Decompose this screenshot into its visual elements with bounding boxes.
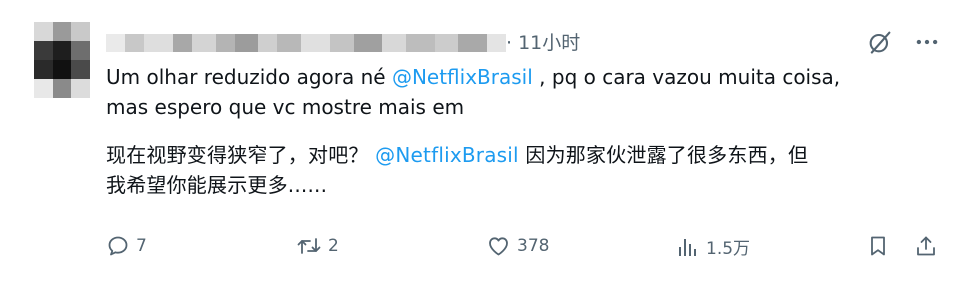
- like-count: 378: [517, 236, 550, 256]
- top-actions: [866, 28, 940, 56]
- reply-count: 7: [136, 236, 147, 256]
- like-button[interactable]: 378: [486, 234, 549, 258]
- action-bar: 7 2 378 1.5万: [0, 234, 962, 270]
- bookmark-icon: [866, 234, 890, 258]
- grok-slash-icon[interactable]: [866, 28, 894, 56]
- tweet-text-line: Um olhar reduzido agora né @NetflixBrasi…: [106, 62, 840, 92]
- tweet-card[interactable]: · 11小时 Um olhar reduzido agora né @Netfl…: [0, 0, 962, 282]
- reply-button[interactable]: 7: [106, 234, 147, 258]
- tweet-text-line: 现在视野变得狭窄了，对吧？ @NetflixBrasil 因为那家伙泄露了很多东…: [106, 140, 808, 170]
- text-segment: Um olhar reduzido agora né: [106, 65, 392, 89]
- share-button[interactable]: [914, 234, 938, 258]
- mention-link[interactable]: @NetflixBrasil: [392, 65, 533, 89]
- author-name-redacted[interactable]: [106, 34, 507, 52]
- views-button[interactable]: 1.5万: [676, 234, 750, 259]
- text-segment: , pq o cara vazou muita coisa,: [532, 65, 841, 89]
- retweet-icon: [296, 234, 322, 258]
- bookmark-button[interactable]: [866, 234, 890, 258]
- like-icon: [486, 234, 511, 258]
- text-segment: 因为那家伙泄露了很多东西，但: [518, 143, 809, 167]
- tweet-text-line: 我希望你能展示更多......: [106, 173, 328, 197]
- tweet-text-line: mas espero que vc mostre mais em: [106, 95, 465, 119]
- views-count: 1.5万: [706, 239, 751, 259]
- views-icon: [676, 235, 700, 259]
- retweet-count: 2: [328, 236, 339, 256]
- tweet-text-translation: 现在视野变得狭窄了，对吧？ @NetflixBrasil 因为那家伙泄露了很多东…: [106, 140, 808, 200]
- tweet-text-original: Um olhar reduzido agora né @NetflixBrasi…: [106, 62, 840, 122]
- more-icon[interactable]: [914, 29, 940, 55]
- share-icon: [914, 234, 938, 258]
- avatar[interactable]: [34, 22, 90, 98]
- retweet-button[interactable]: 2: [296, 234, 339, 258]
- reply-icon: [106, 234, 130, 258]
- mention-link[interactable]: @NetflixBrasil: [375, 143, 519, 167]
- text-segment: 现在视野变得狭窄了，对吧？: [106, 143, 376, 167]
- tweet-time[interactable]: · 11小时: [506, 28, 580, 55]
